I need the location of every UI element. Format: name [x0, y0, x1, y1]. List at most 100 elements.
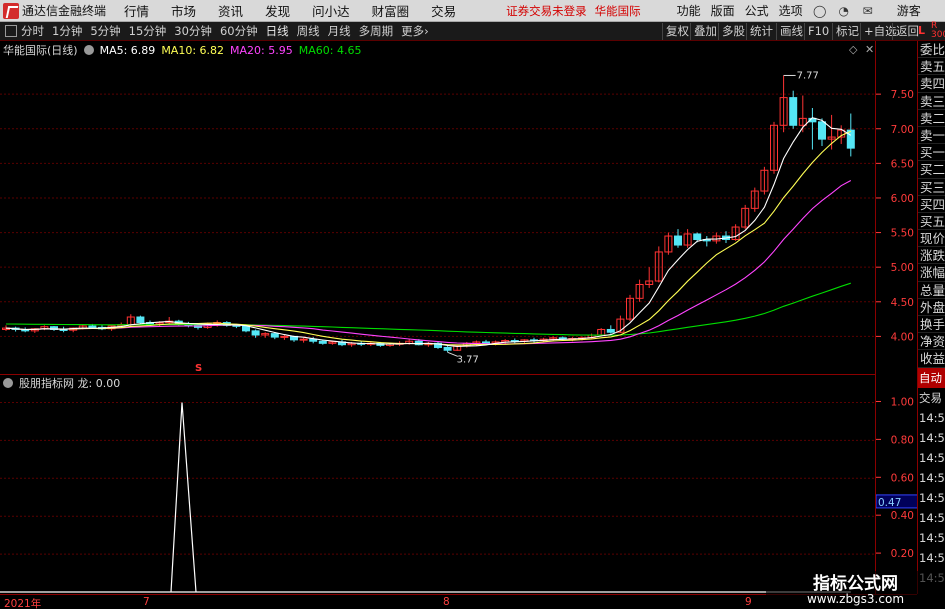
menu-item-banmian[interactable]: 版面 [711, 2, 735, 19]
kline-svg[interactable]: 7.77 3.77 S [0, 41, 875, 374]
indicator-tick-label: 0.40 [891, 510, 914, 522]
quote-row: 涨跌 [918, 248, 945, 265]
watermark: 指标公式网 www.zbgs3.com [766, 571, 945, 609]
candle-body[interactable] [88, 325, 97, 328]
low-label: 3.77 [457, 354, 479, 365]
sell-signal-marker: S [195, 363, 202, 374]
guest-user[interactable]: 游客 [897, 2, 921, 19]
candle-body[interactable] [693, 233, 702, 240]
menu-item-gongneng[interactable]: 功能 [677, 2, 701, 19]
indicator-chart[interactable] [0, 374, 875, 594]
candle-body[interactable] [299, 338, 308, 341]
btn-f10[interactable]: F10 [804, 23, 832, 40]
tick-list: 14:56 14:56 14:56 14:56 14:56 14:56 14:56 14:56… [918, 408, 945, 588]
menu-item-xuanxiang[interactable]: 选项 [779, 2, 803, 19]
price-tick-label: 5.50 [891, 228, 914, 240]
watermark-url: www.zbgs3.com [806, 592, 905, 606]
candle-body[interactable] [674, 235, 682, 246]
ma-legend: 华能国际(日线) MA5: 6.89 MA10: 6.82 MA20: 5.95… [3, 42, 361, 58]
period-monthly[interactable]: 月线 [328, 23, 351, 39]
quote-row: 买一 [918, 145, 945, 162]
menu-item-hangqing[interactable]: 行情 [124, 1, 149, 20]
quote-row: 卖五 [918, 59, 945, 76]
top-menu-bar: 通达信金融终端 行情 市场 资讯 发现 问小达 财富圈 交易 证券交易未登录 华… [0, 0, 945, 22]
current-stock-label: 华能国际 [594, 3, 641, 18]
btn-biaoji[interactable]: 标记 [832, 23, 862, 40]
btn-duogu[interactable]: 多股 [718, 23, 748, 40]
menu-item-faxian[interactable]: 发现 [265, 1, 290, 20]
close-icon[interactable]: ✕ [865, 43, 874, 56]
quote-row: 买四 [918, 196, 945, 213]
ma20-line [5, 180, 852, 345]
candle-body[interactable] [280, 335, 289, 338]
quote-row: 外盘 [918, 299, 945, 316]
menu-item-gongshi[interactable]: 公式 [745, 2, 769, 19]
alert-icon[interactable]: ◔ [837, 4, 851, 18]
candle-body[interactable] [818, 121, 826, 140]
chevron-right-icon[interactable]: › [424, 24, 429, 38]
tab-trade[interactable]: 交易 [918, 388, 945, 408]
ma5-label: MA5: 6.89 [99, 43, 156, 57]
ma10-label: MA10: 6.82 [161, 43, 225, 57]
period-60min[interactable]: 60分钟 [220, 23, 258, 39]
mail-icon[interactable]: ✉ [861, 4, 875, 18]
indicator-line [0, 402, 851, 593]
period-5min[interactable]: 5分钟 [90, 23, 120, 39]
period-daily[interactable]: 日线 [266, 23, 289, 39]
quote-row: 涨幅 [918, 265, 945, 282]
ma20-label: MA20: 5.95 [230, 43, 293, 57]
quote-row: 买二 [918, 162, 945, 179]
help-icon[interactable]: ◯ [813, 4, 827, 18]
candle-body[interactable] [606, 328, 615, 333]
period-30min[interactable]: 30分钟 [174, 23, 212, 39]
period-15min[interactable]: 15分钟 [129, 23, 167, 39]
trade-login-warning[interactable]: 证券交易未登录 [506, 3, 587, 19]
tick-time: 14:56 [919, 550, 945, 565]
tab-auto[interactable]: 自动 [918, 367, 945, 388]
indicator-title: 股朋指标网 龙: 0.00 [19, 377, 121, 390]
menu-item-zixun[interactable]: 资讯 [218, 1, 243, 20]
indicator-tick-label: 1.00 [891, 396, 914, 408]
menu-item-caifuquan[interactable]: 财富圈 [372, 1, 410, 20]
period-1min[interactable]: 1分钟 [52, 23, 82, 39]
ma5-line [5, 117, 852, 347]
btn-tongji[interactable]: 统计 [746, 23, 776, 40]
period-fenshi[interactable]: 分时 [21, 23, 44, 39]
quote-rows: 委比 卖五 卖四 卖三 卖二 卖一 买一 买二 买三 买四 买五 现价 涨跌 涨幅 总量 外盘 换手 净资 收益 [918, 41, 945, 368]
period-multi[interactable]: 多周期 [359, 23, 394, 39]
candle-body[interactable] [251, 330, 260, 336]
btn-huaxian[interactable]: 画线 [776, 23, 806, 40]
period-more[interactable]: 更多 [401, 23, 424, 39]
quote-panel: 委比 卖五 卖四 卖三 卖二 卖一 买一 买二 买三 买四 买五 现价 涨跌 涨幅 总量 外盘 换手 净资 收益 自… [917, 41, 945, 594]
watermark-title: 指标公式网 [813, 574, 898, 594]
app-logo-icon [3, 2, 19, 19]
indicator-svg[interactable] [0, 375, 875, 595]
menu-item-jiaoyi[interactable]: 交易 [431, 1, 456, 20]
price-tick-label: 6.50 [891, 158, 914, 170]
layout-toggle-icon[interactable] [5, 25, 17, 37]
level-label: L [918, 24, 926, 37]
date-label-8: 8 [443, 596, 450, 608]
price-tick-label: 6.00 [891, 193, 914, 205]
candle-body[interactable] [443, 346, 452, 351]
period-toolbar: 分时 1分钟 5分钟 15分钟 30分钟 60分钟 日线 周线 月线 多周期 更… [0, 22, 945, 41]
btn-diejia[interactable]: 叠加 [690, 23, 720, 40]
menu-item-wenxiaoda[interactable]: 问小达 [312, 1, 350, 20]
candle-body[interactable] [482, 341, 490, 344]
btn-fuquan[interactable]: 复权 [662, 23, 692, 40]
candle-body[interactable] [318, 340, 327, 344]
indicator-settings-icon[interactable] [3, 378, 13, 388]
period-weekly[interactable]: 周线 [297, 23, 320, 39]
quote-row: 净资 [918, 334, 945, 351]
menu-item-shichang[interactable]: 市场 [171, 1, 196, 20]
diamond-icon[interactable]: ◇ [849, 43, 857, 56]
settings-circle-icon[interactable] [83, 45, 94, 55]
main-kline-chart[interactable]: 7.77 3.77 S [0, 41, 875, 374]
stock-title: 华能国际(日线) [3, 44, 78, 57]
candle-body[interactable] [136, 316, 145, 324]
candle-body[interactable] [270, 333, 279, 338]
tick-time: 14:56 [919, 530, 945, 545]
price-tick-label: 4.50 [891, 297, 914, 309]
candle-body[interactable] [789, 97, 798, 126]
high-label: 7.77 [797, 70, 819, 81]
